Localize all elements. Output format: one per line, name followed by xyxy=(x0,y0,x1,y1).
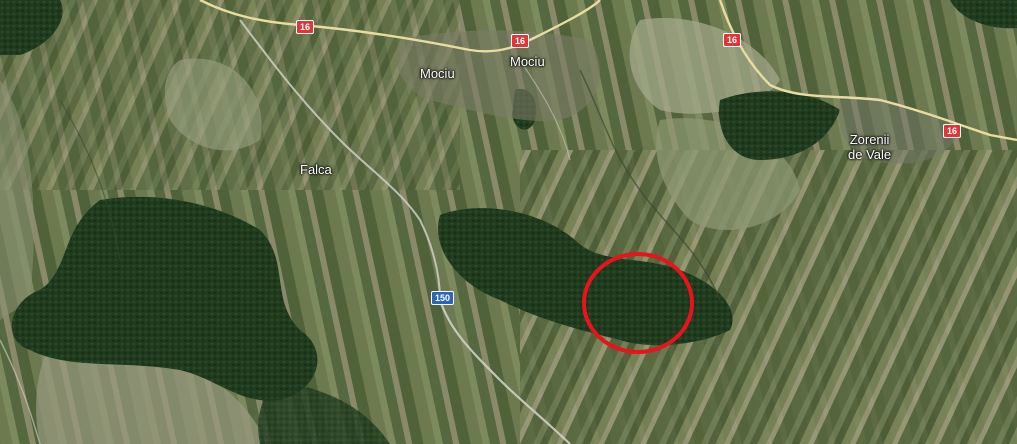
place-label-zorenii-de-vale: Zorenii de Vale xyxy=(848,132,892,162)
satellite-imagery xyxy=(0,0,1017,444)
place-label-mociu-west: Mociu xyxy=(420,66,455,81)
road-shield-16: 16 xyxy=(296,20,315,34)
road-shield-16: 16 xyxy=(511,34,530,48)
satellite-map[interactable]: Mociu Mociu Falca Zorenii de Vale 16 16 … xyxy=(0,0,1017,444)
road-shield-16: 16 xyxy=(723,33,742,47)
place-label-falca: Falca xyxy=(300,162,332,177)
road-shield-150: 150 xyxy=(431,291,455,305)
road-shield-16: 16 xyxy=(943,124,962,138)
place-label-mociu-town: Mociu xyxy=(510,54,545,69)
